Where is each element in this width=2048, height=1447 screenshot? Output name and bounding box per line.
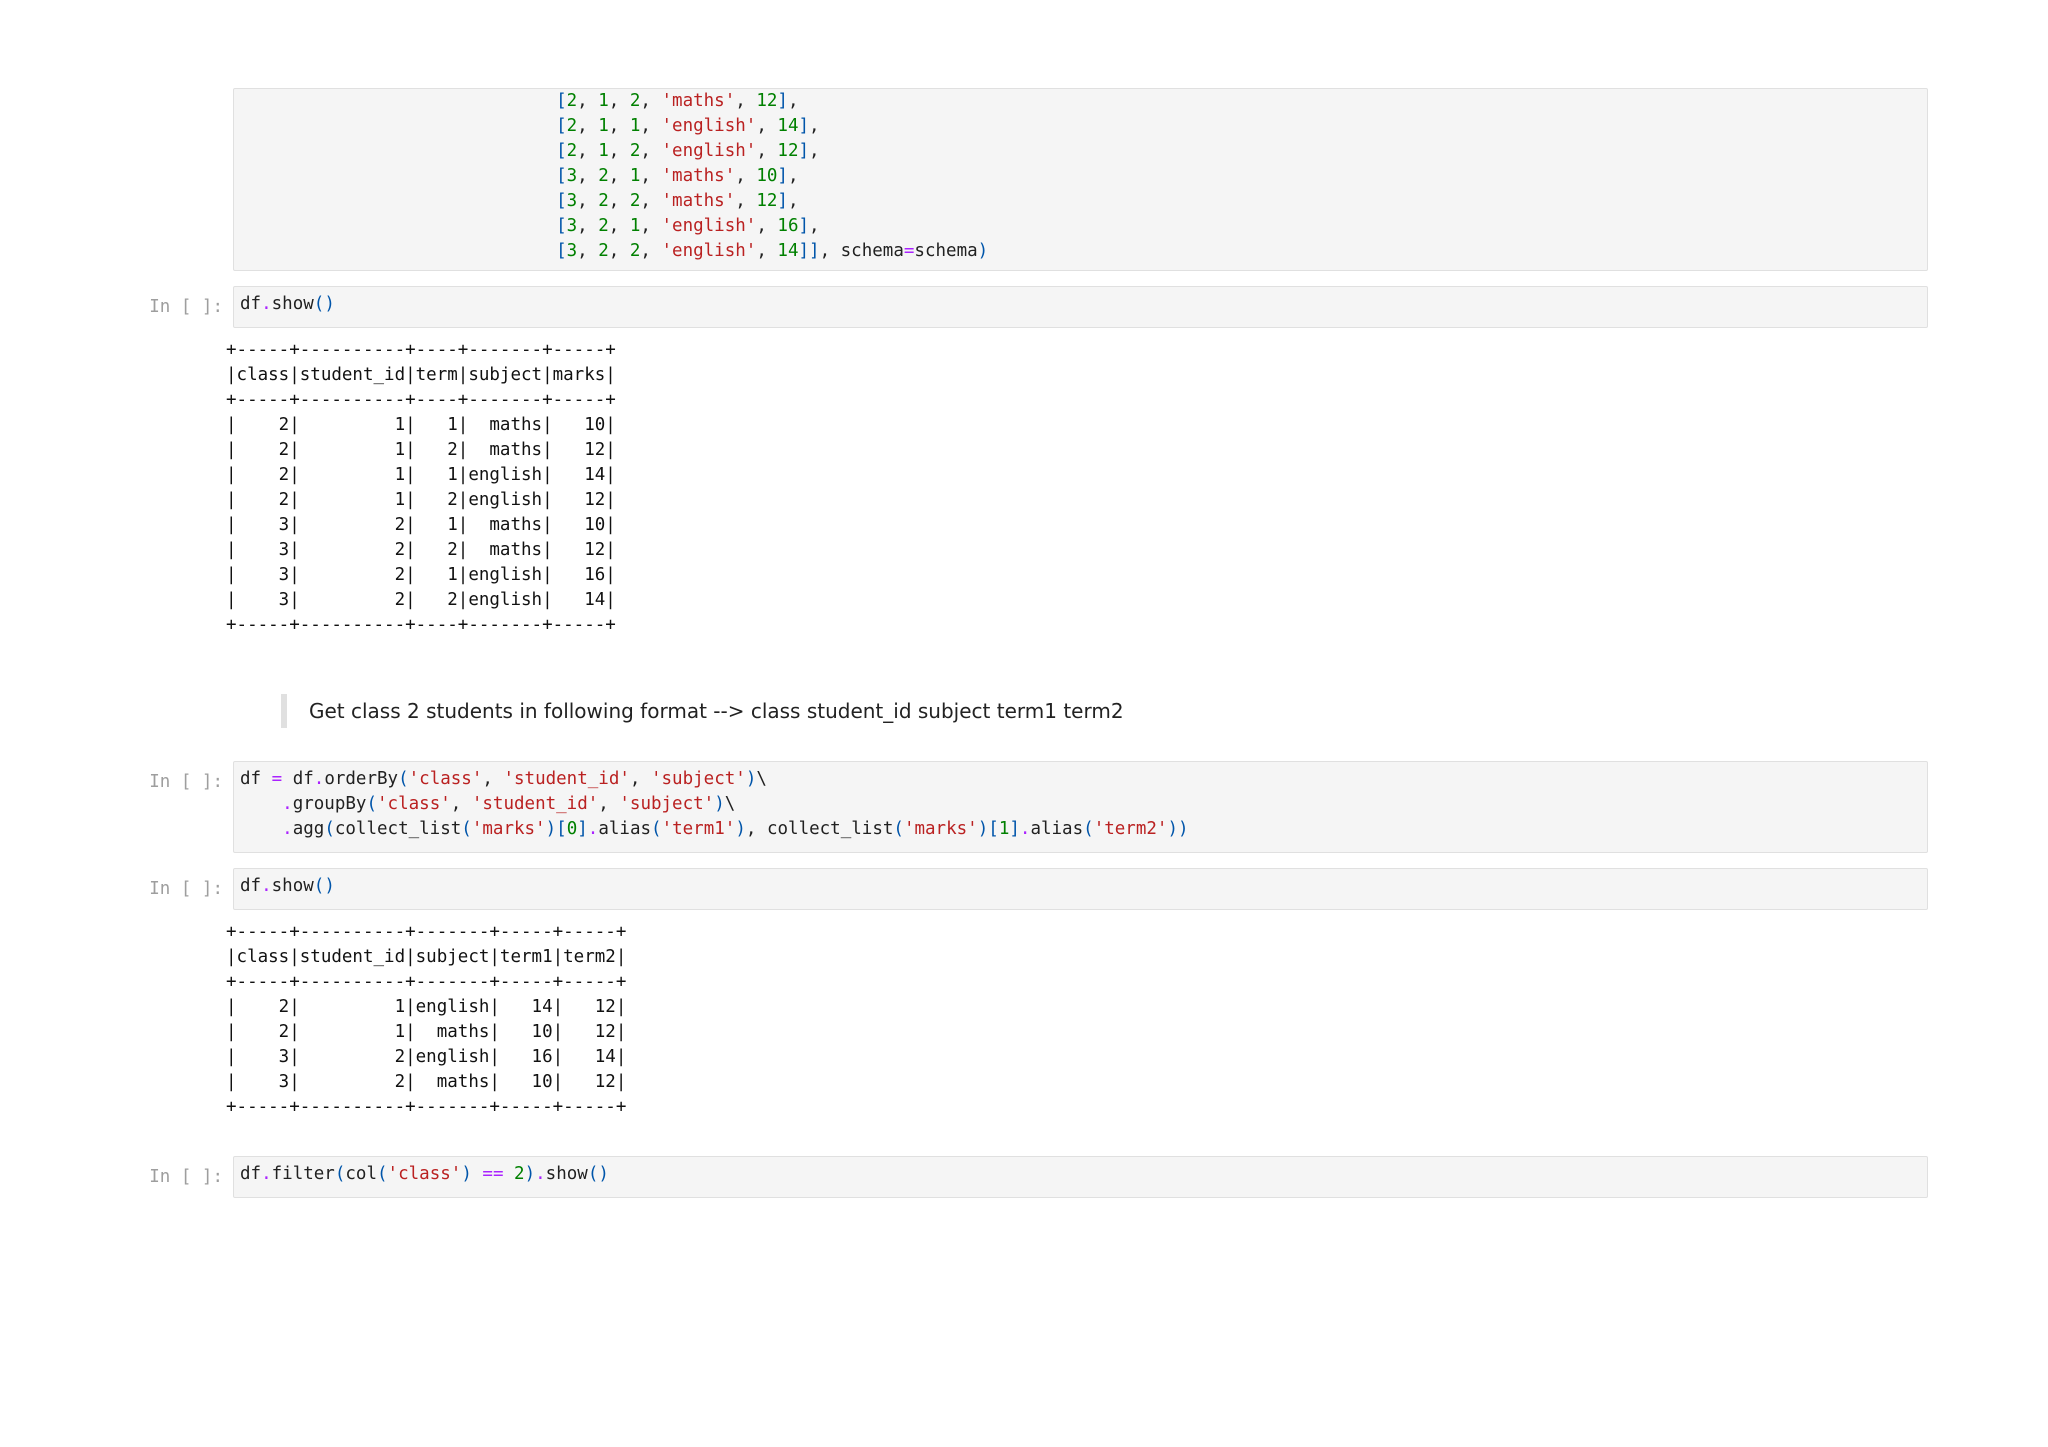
- input-prompt: In [ ]:: [149, 1167, 223, 1187]
- code-editor[interactable]: [2, 1, 2, 'maths', 12], [2, 1, 1, 'engli…: [234, 89, 1927, 269]
- code-editor[interactable]: df.show(): [234, 287, 1927, 322]
- code-editor[interactable]: df.show(): [234, 869, 1927, 904]
- code-cell-create-dataframe[interactable]: [2, 1, 2, 'maths', 12], [2, 1, 1, 'engli…: [233, 88, 1928, 271]
- input-prompt: In [ ]:: [149, 879, 223, 899]
- code-cell-filter[interactable]: df.filter(col('class') == 2).show(): [233, 1156, 1928, 1198]
- markdown-blockquote: Get class 2 students in following format…: [281, 694, 1124, 728]
- input-prompt: In [ ]:: [149, 297, 223, 317]
- code-editor[interactable]: df = df.orderBy('class', 'student_id', '…: [234, 762, 1927, 847]
- code-editor[interactable]: df.filter(col('class') == 2).show(): [234, 1157, 1927, 1192]
- code-cell-groupby[interactable]: df = df.orderBy('class', 'student_id', '…: [233, 761, 1928, 853]
- input-prompt: In [ ]:: [149, 772, 223, 792]
- cell-output-table: +-----+----------+----+-------+-----+ |c…: [226, 340, 616, 635]
- markdown-text: Get class 2 students in following format…: [309, 699, 1124, 723]
- code-cell-show[interactable]: df.show(): [233, 286, 1928, 328]
- cell-output-table: +-----+----------+-------+-----+-----+ |…: [226, 922, 627, 1117]
- code-cell-show[interactable]: df.show(): [233, 868, 1928, 910]
